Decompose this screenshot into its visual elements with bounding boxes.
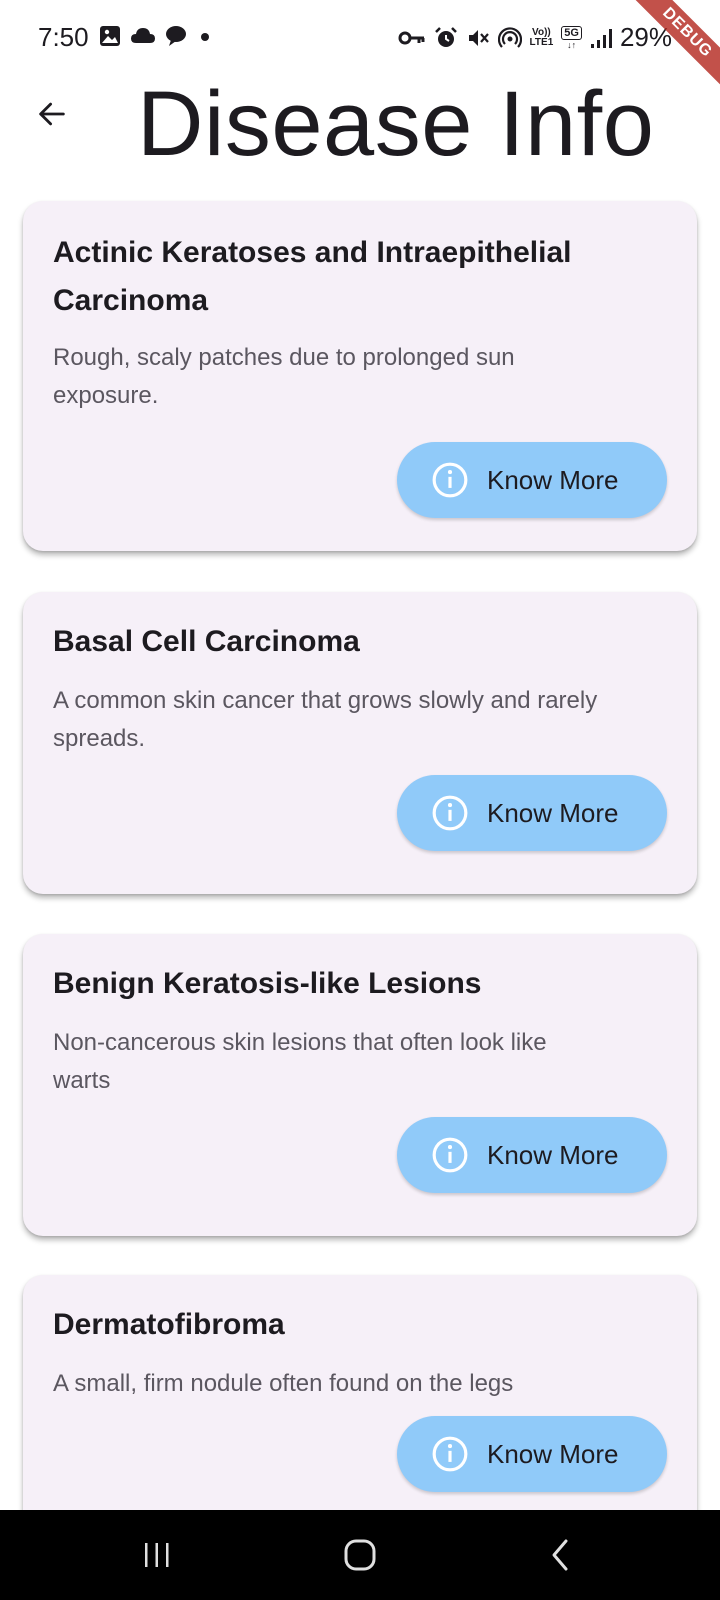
disease-card: Benign Keratosis-like Lesions Non-cancer…	[23, 934, 697, 1236]
volte-label-top: Vo))	[532, 26, 551, 38]
status-right-icons: Vo)) LTE1 5G ↓↑ 29%	[398, 22, 672, 53]
disease-list[interactable]: Actinic Keratoses and Intraepithelial Ca…	[0, 180, 720, 1510]
info-icon	[432, 795, 468, 831]
cloud-icon	[131, 28, 155, 43]
arrow-back-icon	[39, 102, 65, 126]
back-button[interactable]	[28, 90, 76, 138]
5g-icon: 5G ↓↑	[561, 25, 582, 50]
data-arrows-icon: ↓↑	[567, 39, 577, 50]
status-left-icons	[98, 24, 214, 48]
volte-icon: Vo)) LTE1	[529, 26, 554, 48]
disease-card: Dermatofibroma A small, firm nodule ofte…	[23, 1275, 697, 1510]
know-more-button[interactable]: Know More	[397, 1416, 667, 1492]
home-button[interactable]	[320, 1510, 400, 1600]
disease-name: Dermatofibroma	[53, 1308, 285, 1341]
app-bar: Disease Info	[0, 72, 720, 180]
disease-card: Actinic Keratoses and Intraepithelial Ca…	[23, 201, 697, 551]
hotspot-icon	[497, 26, 522, 48]
page-title: Disease Info	[137, 73, 655, 175]
disease-description: Non-cancerous skin lesions that often lo…	[53, 1029, 547, 1094]
recents-button[interactable]	[117, 1510, 197, 1600]
back-icon	[552, 1539, 568, 1571]
info-icon	[432, 1137, 468, 1173]
status-time: 7:50	[38, 22, 89, 52]
disease-name: Actinic Keratoses and Intraepithelial Ca…	[53, 236, 572, 317]
know-more-label: Know More	[487, 797, 619, 828]
disease-name: Benign Keratosis-like Lesions	[53, 967, 482, 1000]
alarm-icon	[434, 26, 457, 47]
recents-icon	[145, 1543, 169, 1567]
status-bar: 7:50 Vo)) LTE1 5G ↓↑ 29%	[0, 0, 720, 72]
disease-description: A small, firm nodule often found on the …	[53, 1370, 514, 1397]
disease-description: Rough, scaly patches due to prolonged su…	[53, 344, 515, 409]
signal-icon	[590, 28, 612, 48]
info-icon	[432, 462, 468, 498]
know-more-label: Know More	[487, 464, 619, 495]
know-more-button[interactable]: Know More	[397, 442, 667, 518]
system-nav-bar	[0, 1510, 720, 1600]
disease-description: A common skin cancer that grows slowly a…	[53, 687, 598, 752]
know-more-button[interactable]: Know More	[397, 1117, 667, 1193]
image-icon	[100, 26, 120, 46]
system-back-button[interactable]	[520, 1510, 600, 1600]
know-more-label: Know More	[487, 1438, 619, 1469]
disease-name: Basal Cell Carcinoma	[53, 625, 360, 658]
info-icon	[432, 1436, 468, 1472]
key-icon	[398, 31, 425, 44]
know-more-label: Know More	[487, 1139, 619, 1170]
mute-icon	[468, 29, 489, 46]
chat-icon	[166, 26, 186, 46]
volte-label-bottom: LTE1	[529, 36, 554, 48]
disease-card: Basal Cell Carcinoma A common skin cance…	[23, 592, 697, 894]
know-more-button[interactable]: Know More	[397, 775, 667, 851]
home-icon	[344, 1539, 376, 1571]
network-label: 5G	[561, 25, 582, 40]
dot-icon	[201, 33, 209, 41]
